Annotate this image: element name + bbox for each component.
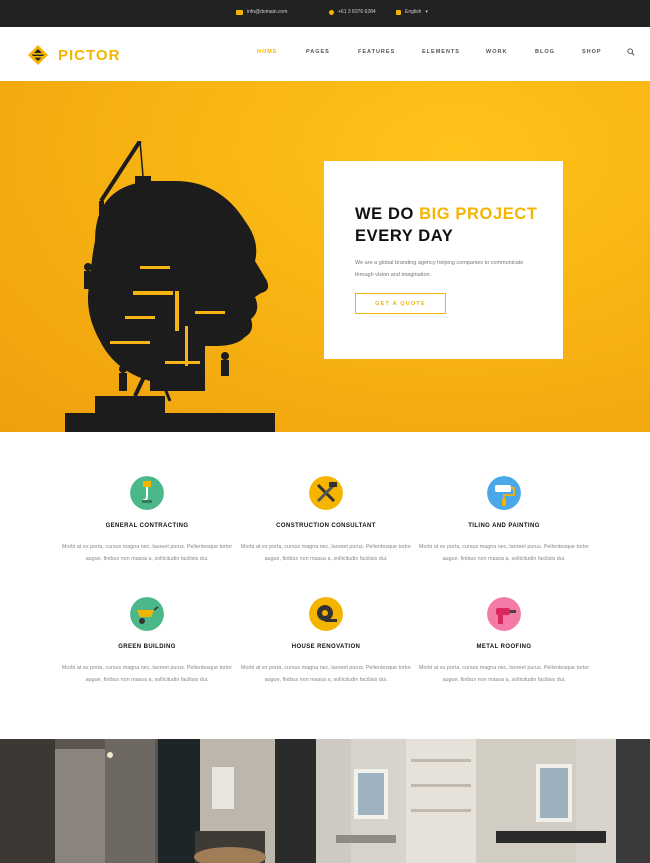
phone-contact[interactable]: +61 3 8376 6284 xyxy=(329,9,376,15)
service-card[interactable]: HOUSE RENOVATION Morbi at ex porta, curs… xyxy=(236,597,416,707)
nav-features[interactable]: FEATURES xyxy=(358,49,395,55)
phone-text: +61 3 8376 6284 xyxy=(338,9,376,15)
service-text: Morbi at ex porta, cursus magna nec, lao… xyxy=(61,544,233,562)
service-text: Morbi at ex porta, cursus magna nec, lao… xyxy=(418,544,590,562)
nav-home[interactable]: HOME xyxy=(257,49,278,55)
email-contact[interactable]: info@domain.com xyxy=(236,9,287,15)
nav-blog[interactable]: BLOG xyxy=(535,49,555,55)
service-title: METAL ROOFING xyxy=(476,644,532,650)
service-card[interactable]: METAL ROOFING Morbi at ex porta, cursus … xyxy=(414,597,594,707)
wheelbarrow-icon xyxy=(130,597,164,631)
interior-living-room-photo[interactable] xyxy=(0,739,316,863)
service-text: Morbi at ex porta, cursus magna nec, lao… xyxy=(418,665,590,683)
nav-work[interactable]: WORK xyxy=(486,49,507,55)
site-header: PICTOR HOME PAGES FEATURES ELEMENTS WORK… xyxy=(0,27,650,81)
chevron-down-icon: ▾ xyxy=(425,9,428,15)
hero-title: WE DO BIG PROJECT EVERY DAY xyxy=(355,203,538,247)
hero-banner: WE DO BIG PROJECT EVERY DAY We are a glo… xyxy=(0,81,650,432)
service-title: CONSTRUCTION CONSULTANT xyxy=(276,523,376,529)
phone-icon xyxy=(329,9,334,15)
get-a-quote-button[interactable]: GET A QUOTE xyxy=(355,293,446,314)
service-text: Morbi at ex porta, cursus magna nec, lao… xyxy=(240,665,412,683)
language-text: English xyxy=(405,9,422,15)
nav-pages[interactable]: PAGES xyxy=(306,49,330,55)
top-bar: info@domain.com +61 3 8376 6284 English … xyxy=(0,0,650,27)
hero-title-highlight: BIG PROJECT xyxy=(419,205,538,223)
hero-card: WE DO BIG PROJECT EVERY DAY We are a glo… xyxy=(324,161,563,359)
nav-elements[interactable]: ELEMENTS xyxy=(422,49,460,55)
service-title: TILING AND PAINTING xyxy=(468,523,540,529)
hero-title-plain: WE DO xyxy=(355,205,414,223)
services-section: GENERAL CONTRACTING Morbi at ex porta, c… xyxy=(0,432,650,738)
service-title: HOUSE RENOVATION xyxy=(291,644,361,650)
service-card[interactable]: CONSTRUCTION CONSULTANT Morbi at ex port… xyxy=(236,476,416,586)
nav-shop[interactable]: SHOP xyxy=(582,49,602,55)
tape-measure-icon xyxy=(309,597,343,631)
service-card[interactable]: TILING AND PAINTING Morbi at ex porta, c… xyxy=(414,476,594,586)
search-icon[interactable] xyxy=(627,48,635,56)
flag-icon xyxy=(396,9,401,15)
service-title: GREEN BUILDING xyxy=(118,644,176,650)
crane-hook-icon xyxy=(130,476,164,510)
interior-kitchen-shelves-photo[interactable] xyxy=(316,739,650,863)
service-title: GENERAL CONTRACTING xyxy=(105,523,189,529)
main-nav: HOME PAGES FEATURES ELEMENTS WORK BLOG S… xyxy=(0,48,650,59)
service-text: Morbi at ex porta, cursus magna nec, lao… xyxy=(240,544,412,562)
drill-icon xyxy=(487,597,521,631)
hero-title-line2: EVERY DAY xyxy=(355,227,454,245)
service-text: Morbi at ex porta, cursus magna nec, lao… xyxy=(61,665,233,683)
hero-description: We are a global branding agency helping … xyxy=(355,260,524,278)
project-gallery xyxy=(0,739,650,863)
construction-head-illustration xyxy=(65,141,275,432)
mail-icon xyxy=(236,9,243,15)
service-card[interactable]: GENERAL CONTRACTING Morbi at ex porta, c… xyxy=(57,476,237,586)
paint-roller-icon xyxy=(487,476,521,510)
language-selector[interactable]: English ▾ xyxy=(396,9,428,15)
tools-icon xyxy=(309,476,343,510)
service-card[interactable]: GREEN BUILDING Morbi at ex porta, cursus… xyxy=(57,597,237,707)
email-text: info@domain.com xyxy=(247,9,288,15)
